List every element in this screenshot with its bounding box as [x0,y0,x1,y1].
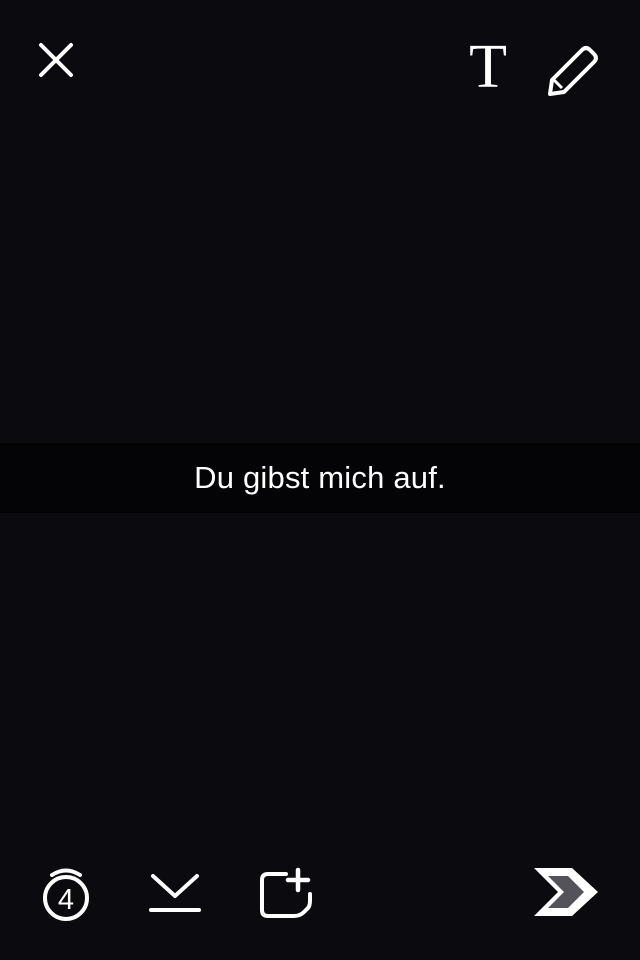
bottom-toolbar: 4 [0,852,640,932]
timer-button[interactable]: 4 [36,862,96,924]
download-icon [149,874,201,912]
add-to-story-button[interactable] [254,864,314,922]
snap-preview-screen: T Du gibst mich auf. 4 [0,0,640,960]
save-button[interactable] [144,866,206,918]
send-button[interactable] [528,862,608,922]
pencil-icon [548,46,598,96]
text-tool-button[interactable]: T [460,38,516,94]
add-to-story-icon [260,867,312,918]
caption-text: Du gibst mich auf. [194,460,446,495]
top-toolbar: T [0,20,640,100]
text-icon: T [469,38,507,94]
close-button[interactable] [32,36,80,84]
close-icon [39,43,73,77]
caption-bar[interactable]: Du gibst mich auf. [0,443,640,513]
timer-icon: 4 [43,868,89,921]
send-arrow-icon [534,868,598,916]
draw-tool-button[interactable] [544,40,604,96]
text-tool-glyph: T [469,38,507,94]
timer-value: 4 [58,884,74,916]
